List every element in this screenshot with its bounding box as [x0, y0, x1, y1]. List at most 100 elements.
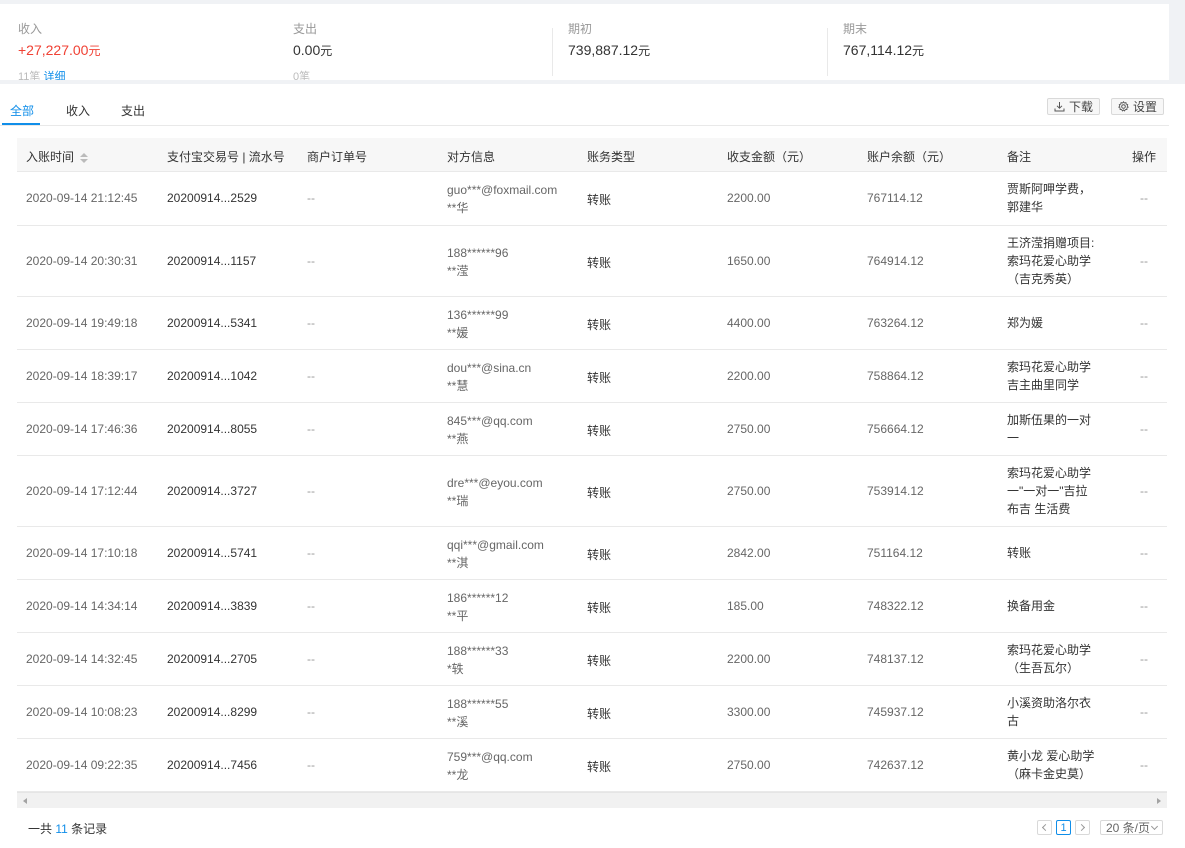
- note-line: 索玛花爱心助学: [1007, 359, 1092, 374]
- cell-type: 转账: [587, 317, 612, 332]
- cell-serial: 20200914...1042: [167, 368, 258, 383]
- party-account: 186******12: [447, 590, 509, 605]
- page-1-button[interactable]: 1: [1056, 820, 1071, 835]
- cell-serial: 20200914...5341: [167, 315, 258, 330]
- cell-order: --: [307, 651, 315, 666]
- cell-action[interactable]: --: [1140, 599, 1148, 613]
- cell-balance: 748137.12: [867, 651, 924, 666]
- table-row: 2020-09-14 20:30:31 20200914...1157 -- 188*…: [17, 226, 1167, 297]
- cell-action[interactable]: --: [1140, 369, 1148, 383]
- cell-action[interactable]: --: [1140, 705, 1148, 719]
- scroll-right-arrow[interactable]: [1157, 798, 1161, 804]
- cell-party: 188******96 **滢: [447, 244, 508, 280]
- cell-party: 136******99 **媛: [447, 306, 508, 342]
- chevron-right-icon: [1077, 823, 1086, 832]
- party-account: 188******96: [447, 245, 509, 260]
- table-row: 2020-09-14 17:10:18 20200914...5741 -- qqi*…: [17, 527, 1167, 580]
- tab-income[interactable]: 收入: [66, 102, 90, 119]
- cell-action[interactable]: --: [1140, 484, 1148, 498]
- cell-note: 索玛花爱心助学 一"一对一"吉拉 布吉 生活费: [1007, 464, 1103, 518]
- col-time[interactable]: 入账时间: [26, 148, 89, 165]
- stat-divider: [827, 28, 828, 76]
- settings-button[interactable]: 设置: [1111, 98, 1165, 115]
- cell-amount: 2200.00: [727, 651, 771, 666]
- note-line: 换备用金: [1007, 598, 1056, 613]
- col-party: 对方信息: [447, 150, 496, 164]
- cell-action[interactable]: --: [1140, 652, 1148, 666]
- settings-label: 设置: [1133, 100, 1158, 114]
- closing-label: 期末: [843, 22, 868, 36]
- col-serial: 支付宝交易号 | 流水号: [167, 150, 285, 164]
- cell-action[interactable]: --: [1140, 191, 1148, 205]
- cell-order: --: [307, 421, 315, 436]
- scroll-left-arrow[interactable]: [23, 798, 27, 804]
- expense-label: 支出: [293, 22, 318, 36]
- table-row: 2020-09-14 19:49:18 20200914...5341 -- 136*…: [17, 297, 1167, 350]
- cell-note: 索玛花爱心助学 吉主曲里同学: [1007, 358, 1103, 394]
- cell-amount: 1650.00: [727, 253, 771, 268]
- col-action: 操作: [1132, 150, 1157, 164]
- cell-serial: 20200914...7456: [167, 757, 258, 772]
- cell-time: 2020-09-14 14:34:14: [26, 598, 138, 613]
- download-button[interactable]: 下载: [1047, 98, 1101, 115]
- cell-balance: 751164.12: [867, 545, 923, 560]
- cell-party: dre***@eyou.com **瑞: [447, 474, 543, 510]
- party-name: **华: [447, 201, 469, 215]
- table-header: 入账时间 支付宝交易号 | 流水号 商户订单号 对方信息 账务类型 收支金额（元…: [17, 138, 1167, 172]
- prev-page-button[interactable]: [1037, 820, 1052, 835]
- cell-time: 2020-09-14 19:49:18: [26, 315, 138, 330]
- cell-action[interactable]: --: [1140, 254, 1148, 268]
- col-type: 账务类型: [587, 150, 636, 164]
- cell-type: 转账: [587, 255, 612, 270]
- table-row: 2020-09-14 17:46:36 20200914...8055 -- 845*…: [17, 403, 1167, 456]
- cell-serial: 20200914...8055: [167, 421, 258, 436]
- note-line: 转账: [1007, 545, 1032, 560]
- tab-expense[interactable]: 支出: [121, 102, 145, 119]
- note-line: 一: [1007, 430, 1020, 445]
- note-line: （生吾瓦尔）: [1007, 660, 1080, 675]
- cell-note: 换备用金: [1007, 597, 1103, 615]
- party-name: **平: [447, 608, 469, 623]
- cell-party: dou***@sina.cn **慧: [447, 359, 531, 395]
- income-detail-link[interactable]: 详细: [43, 71, 65, 80]
- party-account: qqi***@gmail.com: [447, 537, 544, 552]
- cell-balance: 745937.12: [867, 704, 924, 719]
- party-name: **淇: [447, 555, 469, 570]
- cell-action[interactable]: --: [1140, 316, 1148, 330]
- note-line: 加斯伍果的一对: [1007, 412, 1092, 427]
- cell-action[interactable]: --: [1140, 422, 1148, 436]
- cell-balance: 756664.12: [867, 421, 924, 436]
- cell-order: --: [307, 368, 315, 383]
- next-page-button[interactable]: [1075, 820, 1090, 835]
- cell-time: 2020-09-14 17:10:18: [26, 545, 138, 560]
- cell-action[interactable]: --: [1140, 546, 1148, 560]
- income-label: 收入: [18, 22, 43, 36]
- table-row: 2020-09-14 09:22:35 20200914...7456 -- 759*…: [17, 739, 1167, 792]
- horizontal-scrollbar[interactable]: [17, 792, 1167, 808]
- cell-party: qqi***@gmail.com **淇: [447, 536, 544, 572]
- cell-action[interactable]: --: [1140, 758, 1148, 772]
- income-value: +27,227.00元: [18, 42, 101, 58]
- sort-icon[interactable]: [80, 152, 89, 164]
- stat-divider: [552, 28, 553, 76]
- cell-time: 2020-09-14 09:22:35: [26, 757, 138, 772]
- page-size-select[interactable]: 20 条/页: [1100, 820, 1163, 835]
- table-row: 2020-09-14 14:32:45 20200914...2705 -- 188*…: [17, 633, 1167, 686]
- cell-party: guo***@foxmail.com **华: [447, 181, 557, 217]
- tab-all[interactable]: 全部: [10, 102, 34, 119]
- cell-party: 186******12 **平: [447, 589, 508, 625]
- cell-time: 2020-09-14 21:12:45: [26, 191, 138, 205]
- cell-note: 王济滢捐赠项目: 索玛花爱心助学 （吉克秀英）: [1007, 234, 1103, 288]
- cell-type: 转账: [587, 547, 612, 562]
- summary-card: 收入 +27,227.00元 11笔 详细 支出 0.00元 0笔 期初 739…: [0, 4, 1169, 80]
- cell-type: 转账: [587, 423, 612, 438]
- cell-order: --: [307, 191, 315, 205]
- cell-balance: 767114.12: [867, 191, 923, 205]
- cell-serial: 20200914...5741: [167, 545, 258, 560]
- cell-amount: 2750.00: [727, 757, 771, 772]
- note-line: 索玛花爱心助学: [1007, 642, 1092, 657]
- cell-type: 转账: [587, 193, 612, 207]
- gear-icon: [1118, 101, 1129, 112]
- party-name: **慧: [447, 378, 469, 393]
- cell-serial: 20200914...2529: [167, 191, 258, 205]
